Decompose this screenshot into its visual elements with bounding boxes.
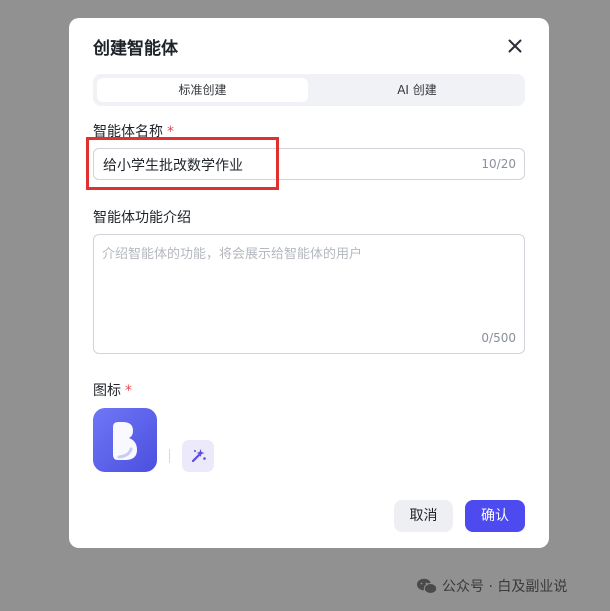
wechat-icon — [417, 578, 438, 594]
description-field-label: 智能体功能介绍 — [93, 210, 191, 226]
tab-ai-create[interactable]: AI 创建 — [313, 78, 521, 102]
icon-label-text: 图标 — [93, 383, 121, 399]
icon-field-label: 图标 * — [93, 380, 132, 400]
agent-description-textarea[interactable]: 介绍智能体的功能，将会展示给智能体的用户 0/500 — [93, 234, 525, 354]
create-agent-dialog: 创建智能体 标准创建 AI 创建 智能体名称 * 给小学生批改数学作业 10/20… — [69, 18, 549, 548]
description-placeholder: 介绍智能体的功能，将会展示给智能体的用户 — [102, 247, 363, 262]
watermark-text: 公众号 · 白及副业说 — [442, 579, 568, 595]
description-char-counter: 0/500 — [481, 331, 516, 345]
icon-divider — [169, 449, 170, 463]
close-icon[interactable] — [503, 34, 527, 58]
name-char-counter: 10/20 — [481, 157, 516, 171]
cancel-button[interactable]: 取消 — [394, 500, 453, 532]
sparkle-icon — [191, 449, 206, 463]
annotation-highlight-box — [86, 137, 279, 190]
app-icon[interactable] — [93, 408, 157, 472]
required-mark: * — [125, 383, 132, 399]
creation-mode-tabs: 标准创建 AI 创建 — [93, 74, 525, 106]
dialog-title: 创建智能体 — [93, 39, 178, 59]
generate-icon-button[interactable] — [182, 440, 214, 472]
confirm-button[interactable]: 确认 — [465, 500, 525, 532]
watermark: 公众号 · 白及副业说 — [416, 576, 567, 596]
tab-standard-create[interactable]: 标准创建 — [97, 78, 308, 102]
